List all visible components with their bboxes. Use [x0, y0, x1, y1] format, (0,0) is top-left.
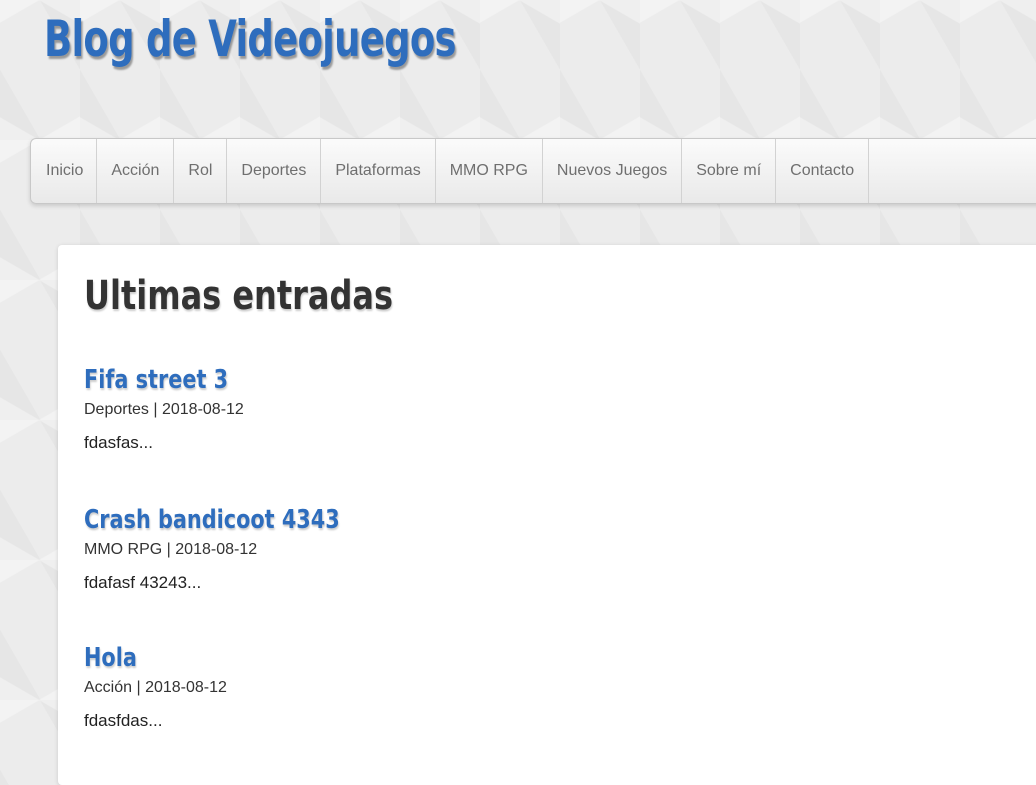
main-nav: Inicio Acción Rol Deportes Plataformas M…	[30, 138, 1036, 204]
post-title-link[interactable]: Crash bandicoot 4343	[84, 505, 340, 535]
post-meta: MMO RPG | 2018-08-12	[84, 541, 258, 558]
section-title: Ultimas entradas	[84, 273, 394, 319]
post-meta: Deportes | 2018-08-12	[84, 401, 244, 418]
post-item: Crash bandicoot 4343 MMO RPG | 2018-08-1…	[84, 505, 404, 593]
nav-item-mmo-rpg[interactable]: MMO RPG	[436, 139, 543, 203]
post-title-link[interactable]: Hola	[84, 643, 198, 673]
post-excerpt: fdafasf 43243...	[84, 573, 202, 592]
nav-item-sobre-mi[interactable]: Sobre mí	[682, 139, 777, 203]
post-meta: Acción | 2018-08-12	[84, 679, 227, 696]
post-title-link[interactable]: Fifa street 3	[84, 365, 228, 395]
post-excerpt: fdasfdas...	[84, 711, 163, 730]
nav-item-plataformas[interactable]: Plataformas	[321, 139, 436, 203]
post-item: Hola Acción | 2018-08-12 fdasfdas...	[84, 643, 227, 731]
nav-item-rol[interactable]: Rol	[174, 139, 228, 203]
content-panel: Ultimas entradas Fifa street 3 Deportes …	[58, 245, 1036, 785]
nav-item-accion[interactable]: Acción	[97, 139, 175, 203]
site-title[interactable]: Blog de Videojuegos	[44, 10, 457, 68]
post-item: Fifa street 3 Deportes | 2018-08-12 fdas…	[84, 365, 264, 453]
nav-item-nuevos-juegos[interactable]: Nuevos Juegos	[543, 139, 683, 203]
nav-item-deportes[interactable]: Deportes	[227, 139, 322, 203]
nav-item-contacto[interactable]: Contacto	[776, 139, 870, 203]
post-excerpt: fdasfas...	[84, 433, 153, 452]
nav-item-inicio[interactable]: Inicio	[31, 139, 98, 203]
